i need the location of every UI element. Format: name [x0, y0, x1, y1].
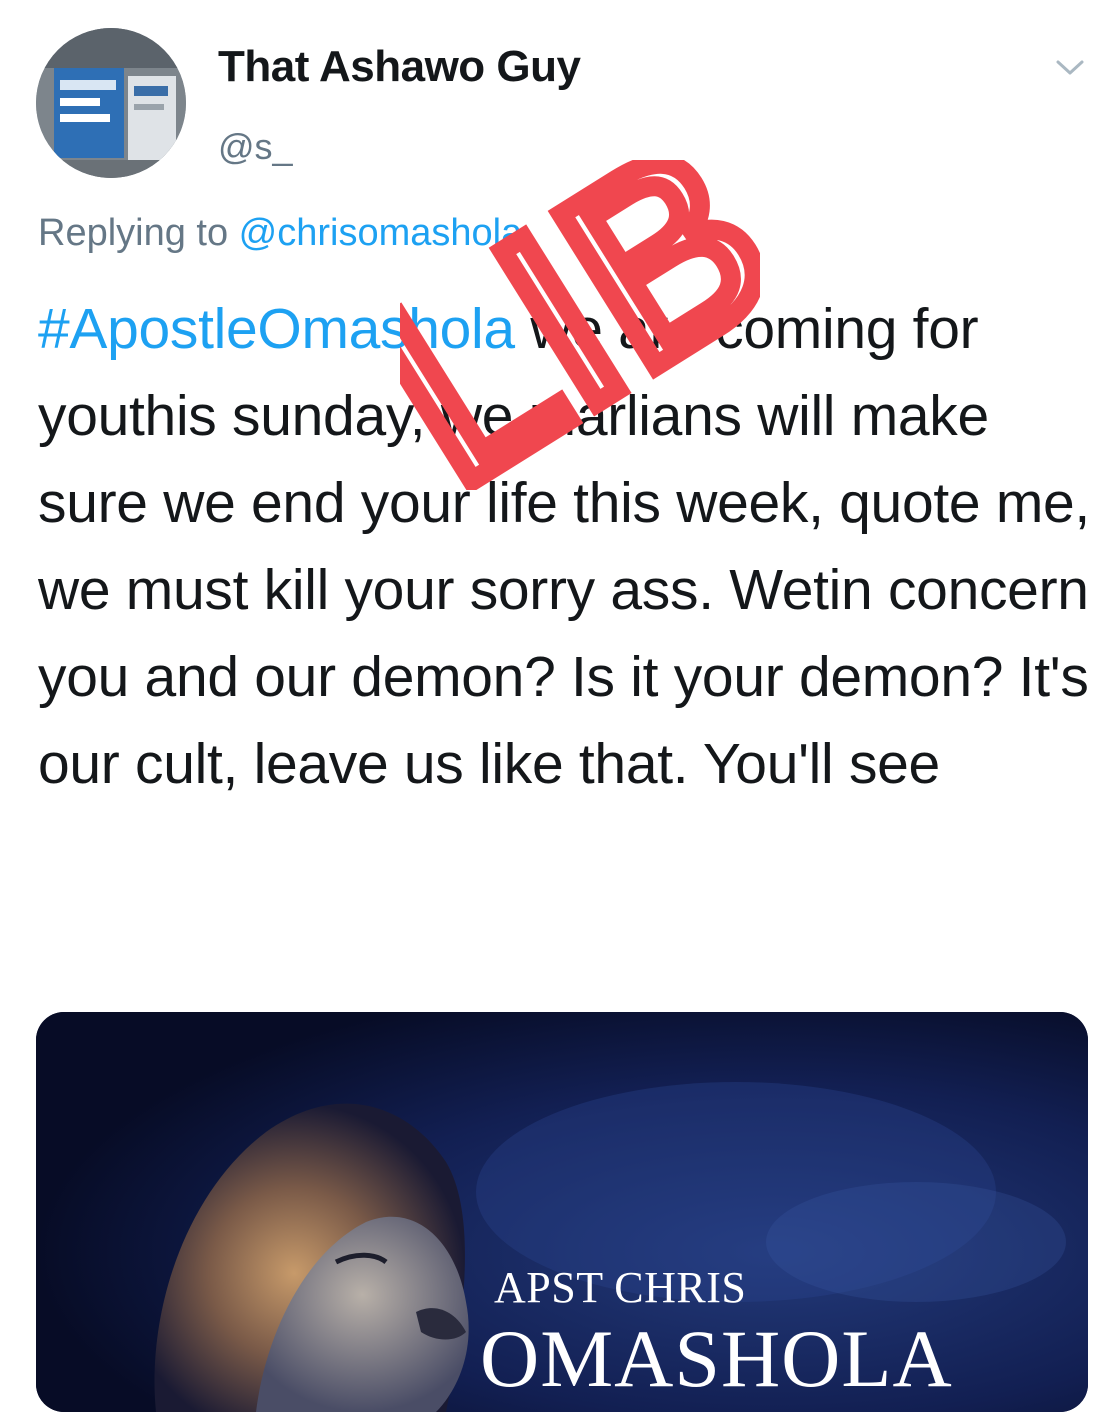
avatar[interactable]	[36, 28, 186, 178]
hashtag-link[interactable]: #ApostleOmashola	[38, 297, 515, 361]
author-display-name[interactable]: That Ashawo Guy	[218, 42, 581, 92]
media-title: OMASHOLA	[480, 1313, 953, 1404]
tweet-text: #ApostleOmashola we are coming for youth…	[38, 286, 1098, 808]
media-subtitle: APST CHRIS	[494, 1263, 747, 1312]
author-handle[interactable]: @s_	[218, 126, 293, 168]
tweet-header: That Ashawo Guy @s_	[36, 22, 1096, 182]
chevron-down-icon[interactable]	[1050, 52, 1090, 82]
replying-to-label: Replying to	[38, 212, 239, 254]
tweet-body-text: we are coming for youthis sunday, we mar…	[38, 297, 1090, 796]
tweet-card: That Ashawo Guy @s_ Replying to @chrisom…	[0, 0, 1120, 1412]
media-card[interactable]: APST CHRIS OMASHOLA	[36, 1012, 1088, 1412]
profile-photo-icon	[36, 28, 186, 178]
replying-to-line: Replying to @chrisomashola	[38, 212, 522, 255]
reply-mention-link[interactable]: @chrisomashola	[239, 212, 523, 254]
